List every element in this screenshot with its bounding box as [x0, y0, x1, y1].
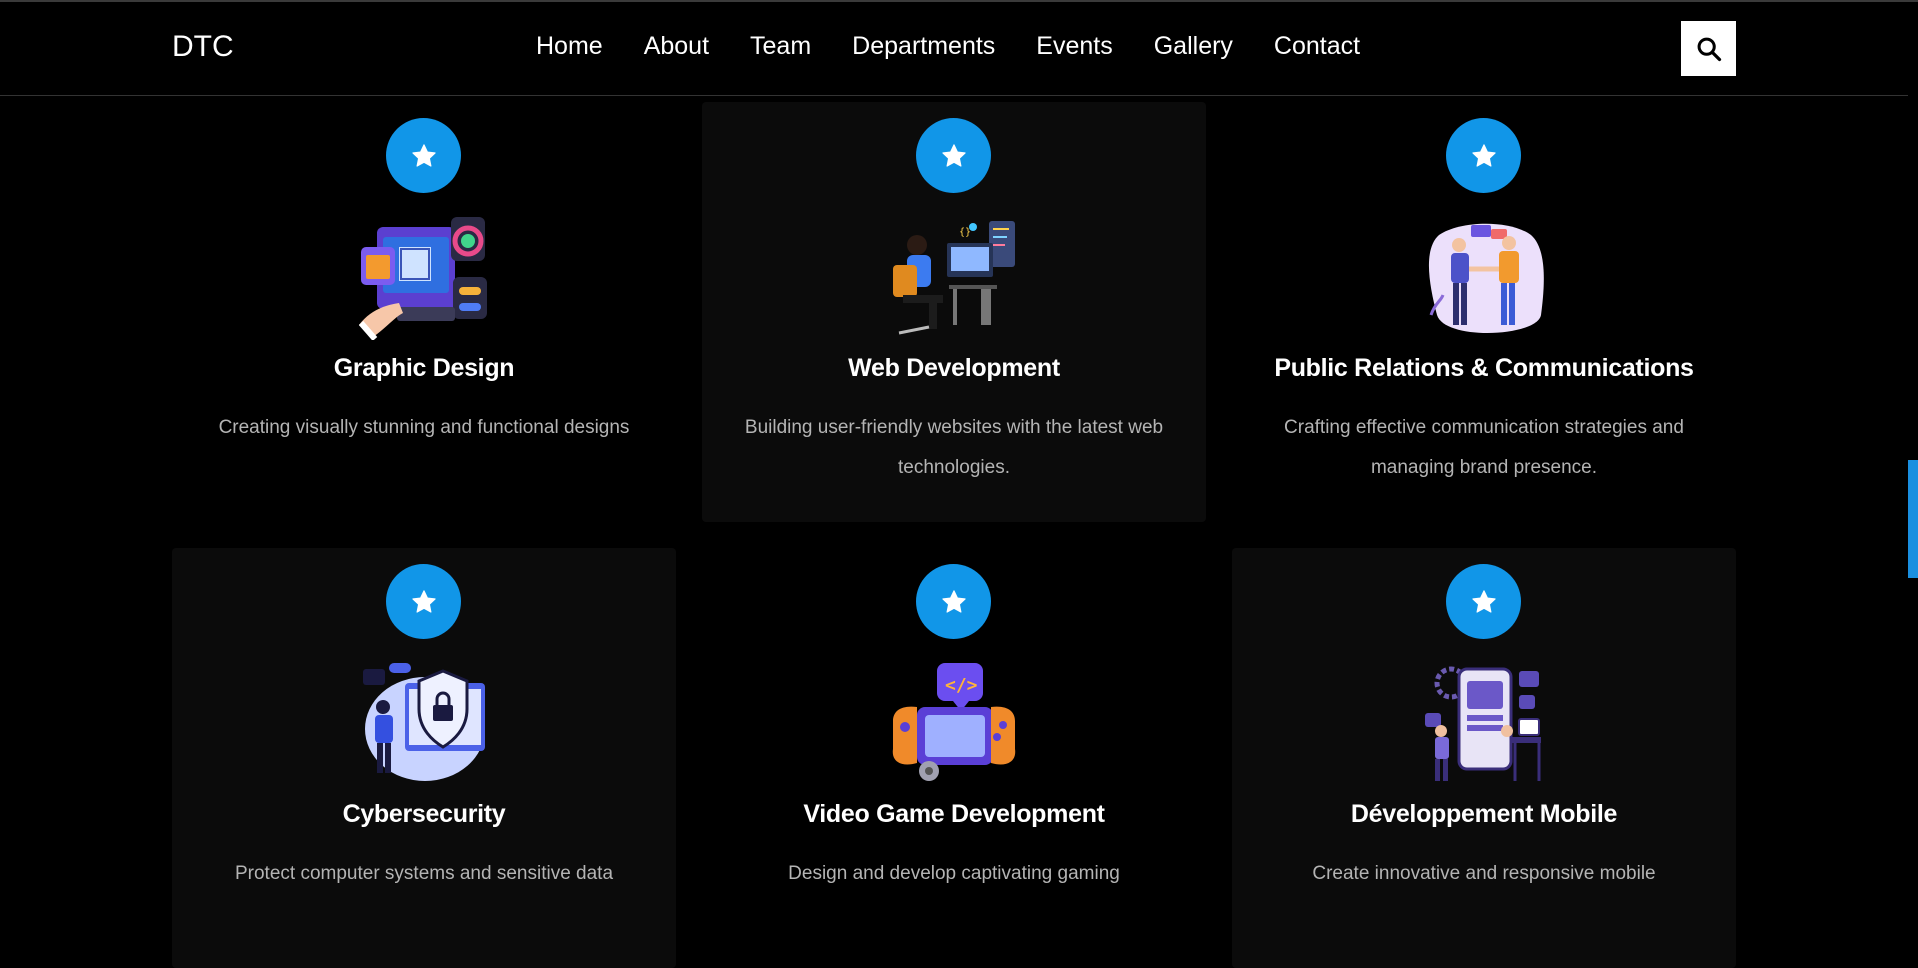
svg-text:</>: </>	[945, 675, 978, 696]
search-button[interactable]	[1681, 21, 1736, 76]
department-card-cybersecurity[interactable]: Cybersecurity Protect computer systems a…	[172, 548, 676, 968]
star-icon	[1471, 143, 1496, 167]
badge	[386, 118, 461, 193]
cybersecurity-illustration	[363, 663, 485, 781]
main-nav: Home About Team Departments Events Galle…	[536, 32, 1401, 61]
badge	[1446, 564, 1521, 639]
department-card-public-relations[interactable]: Public Relations & Communications Crafti…	[1232, 102, 1736, 522]
navbar: DTC Home About Team Departments Events G…	[0, 2, 1908, 96]
badge	[1446, 118, 1521, 193]
star-icon	[411, 589, 436, 613]
department-title: Web Development	[848, 354, 1060, 382]
graphic-design-illustration	[359, 217, 487, 340]
department-card-video-game-development[interactable]: </> Video Game Development Design and de…	[702, 548, 1206, 968]
nav-team[interactable]: Team	[750, 32, 811, 61]
nav-gallery[interactable]: Gallery	[1154, 32, 1233, 61]
department-description: Protect computer systems and sensitive d…	[234, 863, 614, 884]
department-card-web-development[interactable]: {} Web Development Building user-friendl…	[702, 102, 1206, 522]
star-icon	[411, 143, 436, 167]
department-title: Public Relations & Communications	[1274, 354, 1694, 382]
handshake-illustration	[1428, 223, 1544, 334]
department-title: Cybersecurity	[342, 800, 506, 828]
badge	[916, 564, 991, 639]
star-icon	[941, 589, 966, 613]
department-card-graphic-design[interactable]: Graphic Design Creating visually stunnin…	[172, 102, 676, 522]
nav-departments[interactable]: Departments	[852, 32, 995, 61]
nav-events[interactable]: Events	[1036, 32, 1112, 61]
scroll-indicator[interactable]	[1908, 460, 1918, 578]
game-controller-illustration: </>	[892, 663, 1016, 781]
web-development-illustration: {}	[893, 221, 1015, 335]
department-description: Design and develop captivating gaming	[788, 863, 1120, 884]
star-icon	[1471, 589, 1496, 613]
badge	[916, 118, 991, 193]
search-icon	[1697, 37, 1721, 61]
department-description: Crafting effective communication strateg…	[1284, 417, 1684, 478]
mobile-development-illustration	[1425, 666, 1541, 781]
department-title: Développement Mobile	[1350, 800, 1618, 828]
svg-text:{}: {}	[959, 227, 971, 238]
department-title: Video Game Development	[803, 800, 1105, 828]
department-description: Building user-friendly websites with the…	[744, 417, 1164, 478]
badge	[386, 564, 461, 639]
brand-logo[interactable]: DTC	[172, 30, 234, 64]
nav-about[interactable]: About	[644, 32, 709, 61]
department-title: Graphic Design	[333, 354, 515, 382]
nav-home[interactable]: Home	[536, 32, 603, 61]
department-description: Create innovative and responsive mobile	[1312, 863, 1656, 884]
star-icon	[941, 143, 966, 167]
nav-contact[interactable]: Contact	[1274, 32, 1360, 61]
department-description: Creating visually stunning and functiona…	[218, 417, 630, 438]
department-card-mobile-development[interactable]: Développement Mobile Create innovative a…	[1232, 548, 1736, 968]
